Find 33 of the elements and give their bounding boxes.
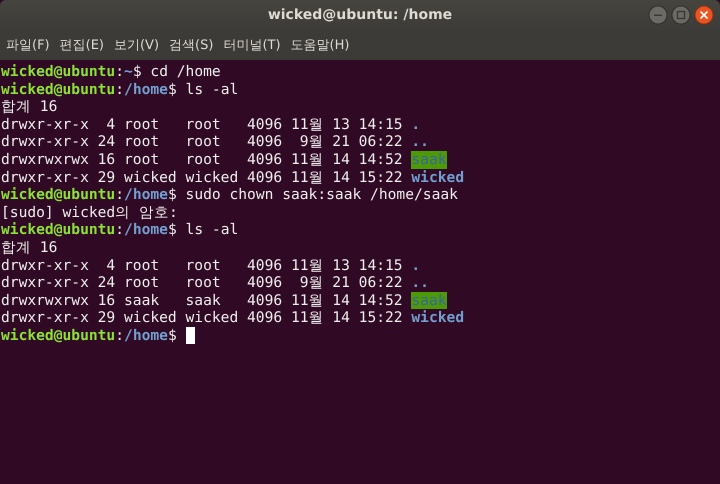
output-text: 합계 16 [1, 238, 58, 257]
listing-text: drwxr-xr-x 24 root root 4096 9월 21 06:22 [1, 274, 403, 292]
file-name: wicked [411, 309, 464, 327]
listing-text: drwxrwxrwx 16 root root 4096 11월 14 14:52 [1, 150, 403, 169]
menu-item[interactable]: 터미널(T) [222, 36, 286, 54]
listing-text: drwxr-xr-x 4 root root 4096 11월 13 14:15 [1, 256, 403, 274]
listing-text: drwxr-xr-x 29 wicked wicked 4096 11월 14 15:22 [1, 309, 403, 327]
listing-text: drwxrwxrwx 16 saak saak 4096 11월 14 14:52 [1, 292, 403, 310]
output-text: 합계 16 [1, 98, 58, 116]
menu-item[interactable]: 파일(F) [5, 36, 55, 54]
file-name: .. [411, 133, 429, 151]
file-name: saak [411, 292, 447, 310]
output-text: [sudo] wicked의 암호: [1, 204, 178, 222]
listing-text: drwxr-xr-x 29 wicked wicked 4096 11월 14 15:22 [1, 168, 403, 186]
file-name: . [411, 256, 420, 274]
listing-text: drwxr-xr-x 4 root root 4096 11월 13 14:15 [1, 116, 403, 134]
file-name: .. [411, 274, 429, 292]
close-button[interactable] [694, 5, 714, 25]
file-name: saak [411, 150, 447, 169]
prompt-line: wicked@ubuntu:/home$ ls -al [1, 221, 238, 239]
prompt-line: wicked@ubuntu:/home$ [1, 326, 177, 344]
prompt-line: wicked@ubuntu:~$ cd /home [1, 63, 221, 81]
menu-item[interactable]: 보기(V) [112, 36, 164, 54]
prompt-line: wicked@ubuntu:/home$ sudo chown saak:saak /home/saak [1, 186, 458, 204]
file-name: wicked [411, 168, 464, 186]
file-name: . [411, 116, 420, 134]
prompt-line: wicked@ubuntu:/home$ ls -al [1, 80, 238, 98]
menu-item[interactable]: 도움말(H) [290, 36, 354, 54]
menu-item[interactable]: 편집(E) [58, 36, 109, 54]
menu-item[interactable]: 검색(S) [168, 36, 218, 54]
listing-text: drwxr-xr-x 24 root root 4096 9월 21 06:22 [1, 133, 403, 151]
window-title: wicked@ubuntu: /home [268, 7, 452, 23]
minimize-button[interactable] [648, 5, 668, 25]
